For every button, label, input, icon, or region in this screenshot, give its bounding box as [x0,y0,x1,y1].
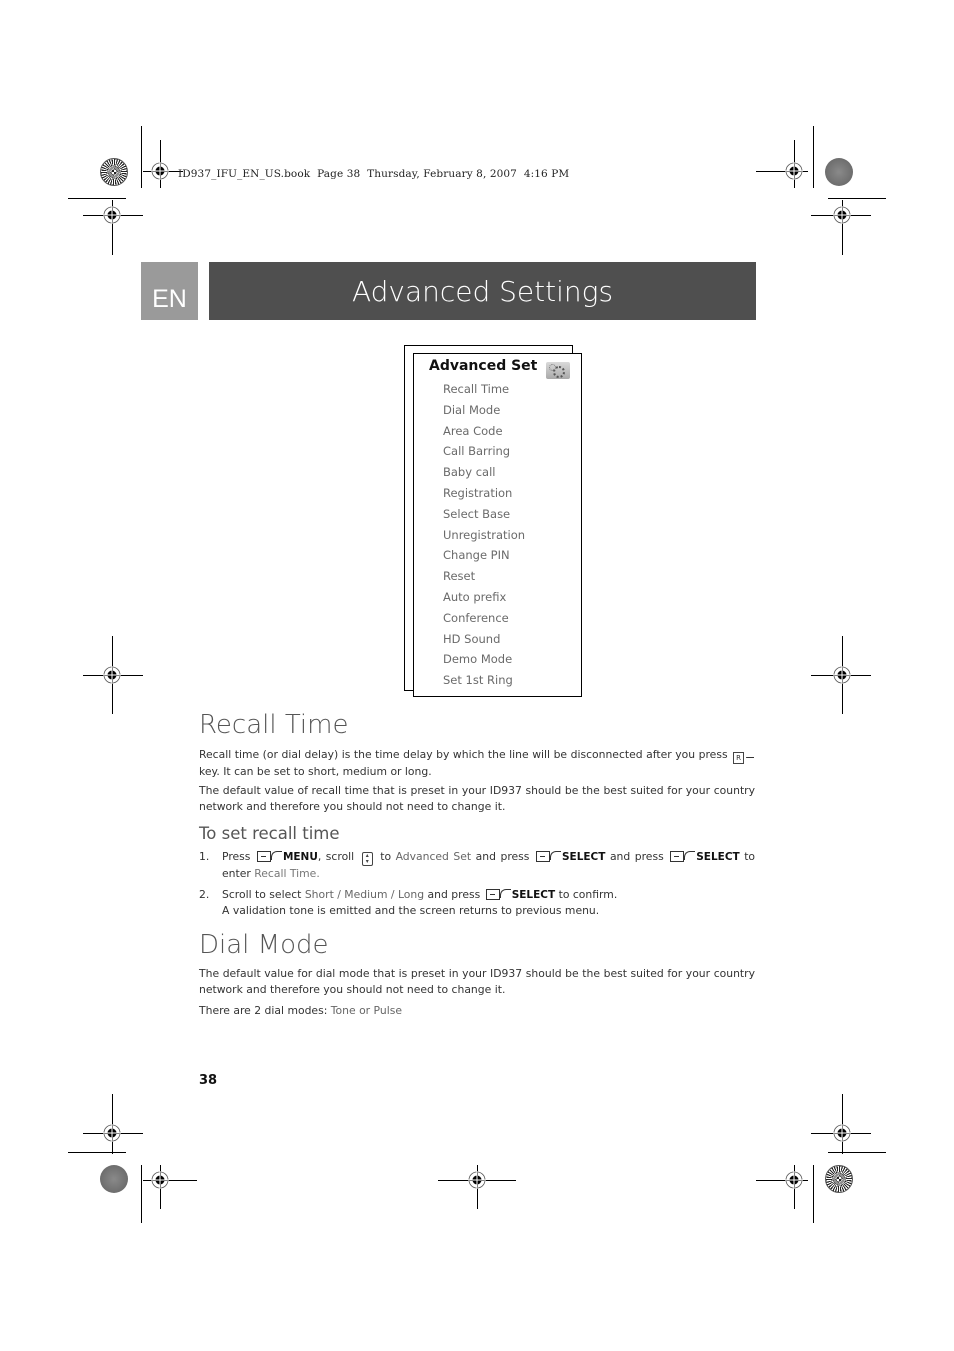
registration-target-icon [785,1171,803,1189]
text: and press [609,850,664,863]
step-number: 2. [199,888,210,901]
option-reference: Tone or Pulse [330,1004,402,1017]
key-tail-icon [270,851,282,860]
left-softkey-icon [670,851,685,862]
recall-time-intro: Recall time (or dial delay) is the time … [199,747,755,780]
print-header: ID937_IFU_EN_US.book Page 38 Thursday, F… [178,168,570,180]
menu-item-conference: Conference [443,610,509,625]
text: . [316,867,320,880]
option-reference: Short / Medium / Long [304,888,425,901]
menu-item-area-code: Area Code [443,423,503,438]
recall-time-default: The default value of recall time that is… [199,784,755,813]
dial-mode-options: There are 2 dial modes: Tone or Pulse [199,1003,755,1019]
crop-mark [813,1165,814,1223]
dial-mode-intro: The default value for dial mode that is … [199,967,755,996]
step-number: 1. [199,850,210,863]
recall-time-steps: 1. Press MENU, scroll ▴ ▾ to Advanced Set… [199,849,755,919]
text: Press [222,850,251,863]
left-softkey-icon [256,851,271,862]
left-softkey-icon [485,889,500,900]
registration-target-icon [833,206,851,224]
menu-item-select-base: Select Base [443,506,511,521]
menu-item-registration: Registration [443,485,513,500]
registration-target-icon [103,666,121,684]
menu-list: Recall Time Dial Mode Area Code Call Bar… [443,381,525,693]
registration-target-icon [151,1171,169,1189]
menu-item-dial-mode: Dial Mode [443,402,501,417]
recall-time-subheading: To set recall time [199,824,340,843]
text: , scroll [317,850,355,863]
menu-item-change-pin: Change PIN [443,548,510,563]
registration-target-icon [103,206,121,224]
step-1: 1. Press MENU, scroll ▴ ▾ to Advanced Set… [199,849,755,882]
key-label: SELECT [561,851,606,863]
language-tab: EN [141,262,198,320]
key-tail-icon [746,753,754,758]
crop-mark [141,1165,142,1223]
menu-item-unregistration: Unregistration [443,527,526,542]
gear-icon [546,362,570,379]
registration-target-icon [833,1124,851,1142]
key-tail-icon [684,851,696,860]
menu-reference: Recall Time [254,867,317,880]
text: to [380,850,392,863]
menu-screen-title: Advanced Set [429,358,538,374]
key-tail-icon [549,851,561,860]
text: and press [475,850,530,863]
menu-reference: Advanced Set [395,850,472,863]
menu-item-baby-call: Baby call [443,465,496,480]
left-softkey-icon [535,851,550,862]
color-bar-disc [100,158,128,186]
color-bar-disc [100,1165,128,1193]
menu-item-auto-prefix: Auto prefix [443,589,507,604]
color-bar-disc [825,1165,853,1193]
crop-mark [828,1152,886,1153]
page-title-bar: Advanced Settings [209,262,756,320]
registration-target-icon [785,162,803,180]
key-label: MENU [282,851,318,863]
text: Scroll to select [222,888,302,901]
key-tail-icon [499,889,511,898]
registration-target-icon [151,162,169,180]
scroll-key-icon: ▴ ▾ [361,852,373,866]
menu-item-call-barring: Call Barring [443,444,511,459]
step-2: 2. Scroll to select Short / Medium / Lon… [199,887,755,919]
text: There are 2 dial modes: [199,1004,328,1017]
color-bar-disc [825,158,853,186]
menu-item-recall-time: Recall Time [443,382,510,396]
recall-key-icon: R [733,752,744,764]
text: to confirm. [558,888,618,901]
text: Recall time (or dial delay) is the time … [199,748,728,761]
recall-time-heading: Recall Time [199,710,349,740]
registration-target-icon [468,1171,486,1189]
crop-mark [828,198,886,199]
text: key. It can be set to short, medium or l… [199,765,432,778]
crop-mark [813,126,814,188]
menu-item-hd-sound: HD Sound [443,631,501,646]
page-number: 38 [199,1073,218,1088]
key-label: SELECT [511,889,556,901]
crop-mark [141,126,142,188]
key-label: SELECT [696,851,740,863]
registration-target-icon [103,1124,121,1142]
crop-mark [68,1152,126,1153]
dial-mode-heading: Dial Mode [199,930,329,960]
crop-mark [68,198,126,199]
menu-screen: Advanced Set Recall Time Dial Mode Area … [413,353,582,697]
menu-item-reset: Reset [443,569,476,584]
menu-item-demo-mode: Demo Mode [443,652,513,667]
text: and press [427,888,481,901]
menu-item-set-1st-ring: Set 1st Ring [443,673,513,688]
text: A validation tone is emitted and the scr… [222,904,600,917]
registration-target-icon [833,666,851,684]
page-title: Advanced Settings [351,274,614,308]
